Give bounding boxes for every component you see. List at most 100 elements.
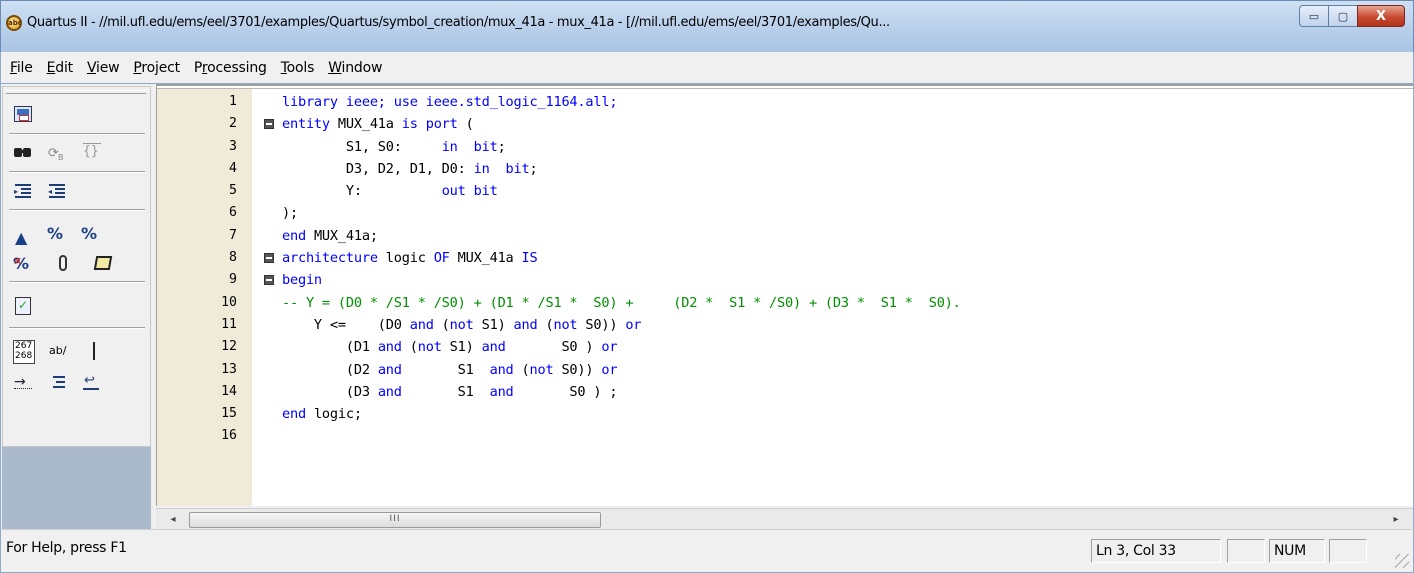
code-line[interactable]: 12 (D1 and (not S1) and S0 ) or bbox=[157, 336, 1413, 358]
code-line[interactable]: 11 Y <= (D0 and (not S1) and (not S0)) o… bbox=[157, 314, 1413, 336]
status-help-text: For Help, press F1 bbox=[6, 540, 127, 556]
bookmark-clear-icon[interactable]: % ✕ bbox=[13, 252, 35, 274]
code-line[interactable]: 14 (D3 and S1 and S0 ) ; bbox=[157, 381, 1413, 403]
code-line[interactable]: 8 architecture logic OF MUX_41a IS bbox=[157, 247, 1413, 269]
code-line[interactable]: 15 end logic; bbox=[157, 403, 1413, 425]
line-number: 9 bbox=[229, 272, 237, 288]
main-area: ⟳ B {} ▸ ◂ ▲ % % % ✕ ✓ 267 268 ab/ → ↩ 1… bbox=[0, 84, 1414, 566]
text-editor-toolbar: ⟳ B {} ▸ ◂ ▲ % % % ✕ ✓ 267 268 ab/ → ↩ bbox=[2, 86, 151, 447]
code-line[interactable]: 16 bbox=[157, 425, 1413, 447]
code-line[interactable]: 2 entity MUX_41a is port ( bbox=[157, 113, 1413, 135]
bookmark-next-icon[interactable]: % bbox=[47, 222, 69, 244]
code-lines: 1 library ieee; use ieee.std_logic_1164.a… bbox=[157, 91, 1413, 448]
find-icon[interactable] bbox=[13, 142, 35, 164]
horizontal-scrollbar[interactable]: ◂ III ▸ bbox=[156, 508, 1413, 530]
paperclip-icon[interactable] bbox=[53, 252, 75, 274]
line-number: 14 bbox=[221, 383, 237, 399]
maximize-button[interactable]: ▢ bbox=[1328, 5, 1357, 27]
text-editor[interactable]: 1 library ieee; use ieee.std_logic_1164.a… bbox=[156, 84, 1413, 506]
wrap-icon[interactable]: ↩ bbox=[81, 372, 103, 394]
code-line[interactable]: 10 -- Y = (D0 * /S1 * /S0) + (D1 * /S1 * … bbox=[157, 292, 1413, 314]
code-text: (D1 and (not S1) and S0 ) or bbox=[282, 339, 618, 356]
menu-item-processing[interactable]: Processing bbox=[187, 52, 274, 84]
line-numbers-icon[interactable]: 267 268 bbox=[13, 340, 37, 364]
resize-grip[interactable] bbox=[1395, 554, 1409, 568]
bracket-icon[interactable]: {} bbox=[81, 142, 103, 164]
status-bar: For Help, press F1 Ln 3, Col 33 NUM bbox=[0, 529, 1414, 573]
line-number: 16 bbox=[221, 428, 237, 444]
scrollbar-thumb[interactable]: III bbox=[189, 512, 601, 528]
code-text: Y <= (D0 and (not S1) and (not S0)) or bbox=[282, 316, 642, 333]
toolbar-separator bbox=[9, 209, 145, 211]
maximize-icon: ▢ bbox=[1337, 9, 1349, 23]
find-matching-icon[interactable]: ⟳ B bbox=[47, 142, 69, 164]
app-icon[interactable]: abc bbox=[6, 15, 22, 31]
title-bar: abc Quartus II - //mil.ufl.edu/ems/eel/3… bbox=[0, 0, 1414, 52]
code-line[interactable]: 3 S1, S0: in bit; bbox=[157, 136, 1413, 158]
code-text: library ieee; use ieee.std_logic_1164.al… bbox=[282, 94, 618, 110]
code-line[interactable]: 6); bbox=[157, 202, 1413, 224]
text-icon[interactable]: ab/ bbox=[49, 340, 71, 362]
code-text: end logic; bbox=[282, 406, 362, 423]
code-line[interactable]: 1 library ieee; use ieee.std_logic_1164.a… bbox=[157, 91, 1413, 113]
num-lock-indicator: NUM bbox=[1269, 539, 1325, 563]
indent-decrease-icon[interactable]: ◂ bbox=[47, 180, 69, 202]
line-numbers-top: 267 bbox=[15, 341, 33, 351]
menu-item-project[interactable]: Project bbox=[126, 52, 187, 84]
menu-item-tools[interactable]: Tools bbox=[274, 52, 322, 84]
code-text: Y: out bit bbox=[282, 183, 498, 200]
line-number: 7 bbox=[229, 227, 237, 243]
code-line[interactable]: 4 D3, D2, D1, D0: in bit; bbox=[157, 158, 1413, 180]
menu-item-file[interactable]: File bbox=[3, 52, 40, 84]
bookmark-prev-icon[interactable]: % bbox=[81, 222, 103, 244]
scroll-right-arrow-icon[interactable]: ▸ bbox=[1389, 513, 1403, 527]
line-number: 1 bbox=[229, 94, 237, 109]
text-icon-label: ab/ bbox=[49, 344, 67, 357]
collapse-block-icon[interactable] bbox=[264, 275, 274, 286]
menu-item-edit[interactable]: Edit bbox=[40, 52, 80, 84]
line-numbers-bottom: 268 bbox=[15, 351, 33, 361]
cursor-line-icon[interactable] bbox=[83, 340, 105, 362]
minimize-icon: ▭ bbox=[1308, 9, 1320, 23]
code-text: end MUX_41a; bbox=[282, 227, 378, 244]
line-number: 10 bbox=[221, 294, 237, 310]
line-number: 5 bbox=[229, 183, 237, 199]
code-text: begin bbox=[282, 272, 322, 289]
status-pane-empty bbox=[1329, 539, 1367, 563]
code-line[interactable]: 5 Y: out bit bbox=[157, 180, 1413, 202]
collapse-block-icon[interactable] bbox=[264, 253, 274, 264]
cursor-position: Ln 3, Col 33 bbox=[1091, 539, 1221, 563]
code-text: ); bbox=[282, 205, 298, 222]
scroll-icon[interactable] bbox=[93, 252, 115, 274]
toolbar-separator bbox=[9, 133, 145, 135]
line-number: 6 bbox=[229, 205, 237, 221]
code-text: -- Y = (D0 * /S1 * /S0) + (D1 * /S1 * S0… bbox=[282, 294, 961, 311]
window-title: Quartus II - //mil.ufl.edu/ems/eel/3701/… bbox=[27, 15, 890, 30]
tab-arrow-icon[interactable]: → bbox=[13, 372, 35, 394]
list-icon[interactable] bbox=[47, 372, 69, 394]
toolbar-grip[interactable] bbox=[6, 90, 146, 94]
code-text: (D3 and S1 and S0 ) ; bbox=[282, 383, 618, 400]
code-line[interactable]: 7 end MUX_41a; bbox=[157, 225, 1413, 247]
check-syntax-icon[interactable]: ✓ bbox=[13, 295, 35, 317]
minimize-button[interactable]: ▭ bbox=[1299, 5, 1328, 27]
code-line[interactable]: 9 begin bbox=[157, 269, 1413, 291]
code-text: D3, D2, D1, D0: in bit; bbox=[282, 160, 538, 177]
line-number: 4 bbox=[229, 160, 237, 176]
menu-item-view[interactable]: View bbox=[80, 52, 126, 84]
collapse-block-icon[interactable] bbox=[264, 119, 274, 130]
insert-symbol-icon[interactable] bbox=[13, 104, 35, 126]
close-icon: X bbox=[1375, 8, 1387, 24]
code-line[interactable]: 13 (D2 and S1 and (not S0)) or bbox=[157, 359, 1413, 381]
indent-increase-icon[interactable]: ▸ bbox=[13, 180, 35, 202]
scroll-left-arrow-icon[interactable]: ◂ bbox=[166, 513, 180, 527]
line-number: 8 bbox=[229, 250, 237, 266]
close-button[interactable]: X bbox=[1357, 5, 1405, 27]
code-text: architecture logic OF MUX_41a IS bbox=[282, 250, 538, 267]
window-controls: ▭ ▢ X bbox=[1299, 5, 1405, 27]
toolbar-separator bbox=[9, 327, 145, 329]
bookmark-icon[interactable]: ▲ bbox=[13, 222, 35, 247]
line-number: 2 bbox=[229, 116, 237, 132]
line-number: 15 bbox=[221, 406, 237, 422]
menu-item-window[interactable]: Window bbox=[321, 52, 389, 84]
